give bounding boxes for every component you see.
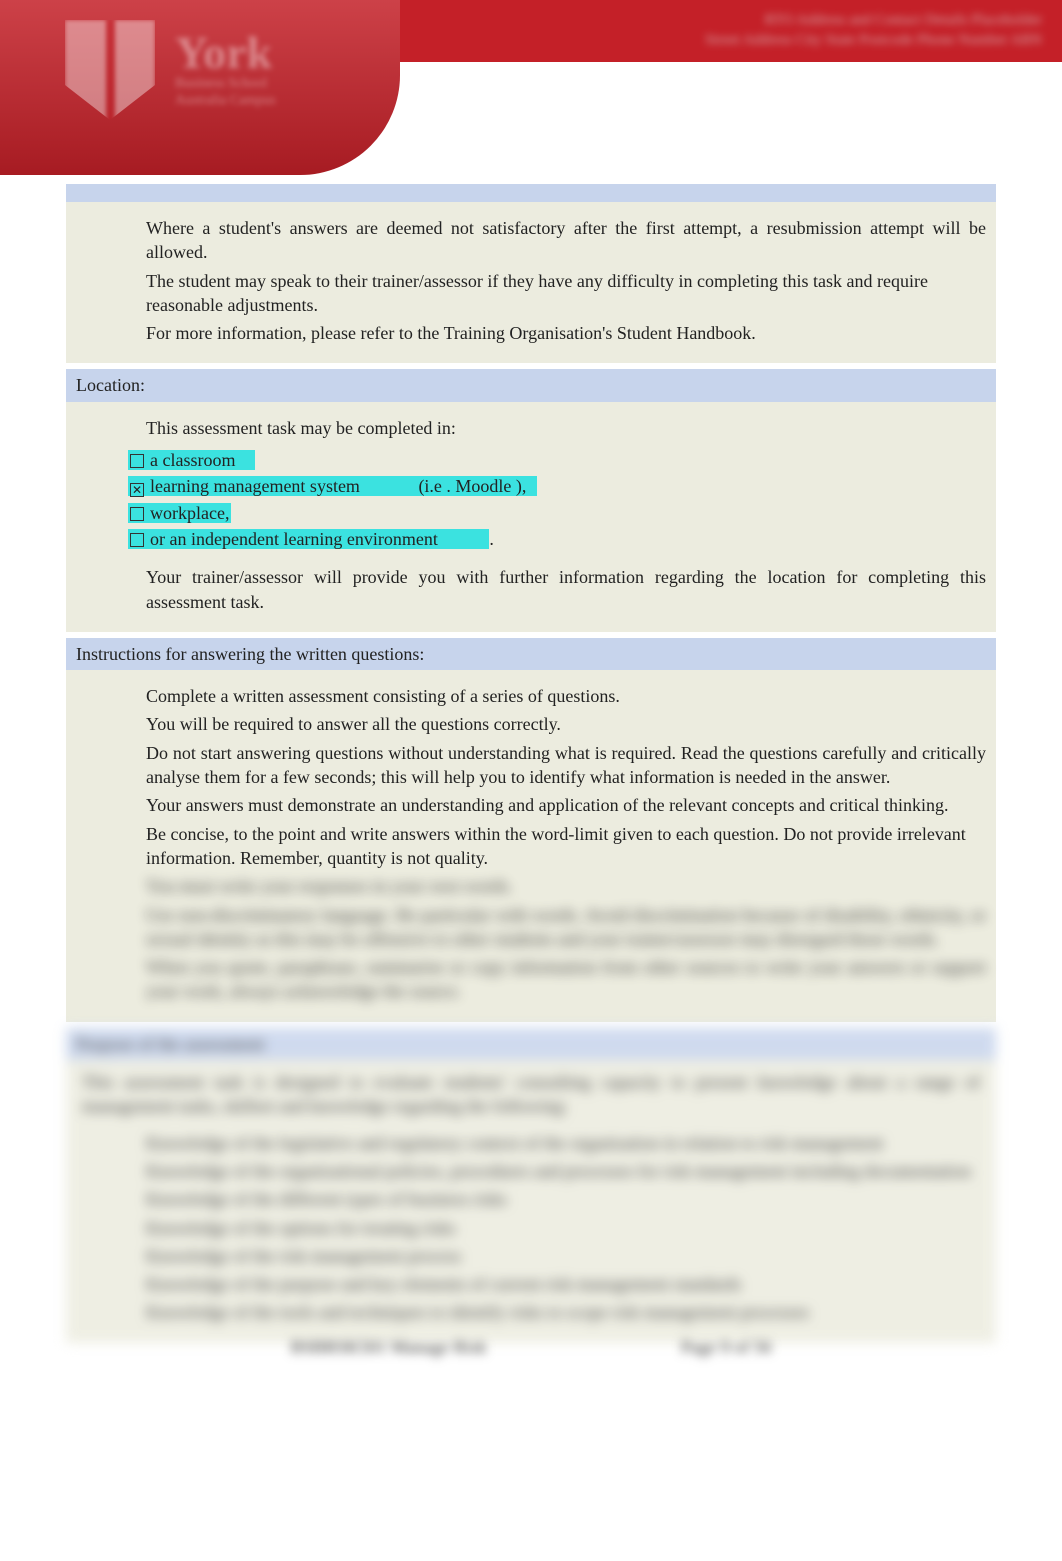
instruction-item-blurred: Use non-discriminatory language. Be part… [116,903,986,952]
institution-name: York [175,30,276,76]
section-header-location: Location: [66,369,996,401]
purpose-item: Knowledge of the different types of busi… [116,1187,986,1211]
location-option: or an independent learning environment . [128,527,986,551]
pre-item: The student may speak to their trainer/a… [116,269,986,318]
instruction-item-blurred: You must write your responses in your ow… [116,874,986,898]
section-header-instructions: Instructions for answering the written q… [66,638,996,670]
pre-item: For more information, please refer to th… [116,321,986,345]
footer-page: Page 9 of 56 [681,1337,771,1357]
instruction-item: Be concise, to the point and write answe… [116,822,986,871]
section-header-pre [66,184,996,202]
header-right-1: RTO Address and Contact Details Placehol… [705,10,1042,30]
location-option: workplace, [128,501,986,525]
instruction-item-blurred: When you quote, paraphrase, summarise or… [116,955,986,1004]
institution-sub1: Business School [175,76,276,93]
instruction-item: Do not start answering questions without… [116,741,986,790]
institution-sub2: Australia Campus [175,93,276,110]
location-option: a classroom [128,448,986,472]
location-tail: Your trainer/assessor will provide you w… [116,565,986,614]
location-option: learning management system (i.e . Moodle… [128,474,986,498]
footer-unit: BSBRSK501 Manage Risk [290,1337,486,1357]
header-right-2: Street Address City State Postcode Phone… [705,30,1042,50]
purpose-lead: This assessment task is designed to eval… [76,1070,986,1127]
pre-item: Where a student's answers are deemed not… [116,216,986,265]
location-lead: This assessment task may be completed in… [116,416,986,440]
instruction-item: Complete a written assessment consisting… [116,684,986,708]
shield-icon [65,20,155,120]
purpose-item: Knowledge of the risk management process [116,1244,986,1268]
institution-logo: York Business School Australia Campus [65,20,276,120]
purpose-item: Knowledge of the legislative and regulat… [116,1131,986,1155]
purpose-item: Knowledge of the purpose and key element… [116,1272,986,1296]
purpose-item: Knowledge of the tools and techniques to… [116,1300,986,1324]
purpose-item: Knowledge of the organisational policies… [116,1159,986,1183]
purpose-item: Knowledge of the options for treating ri… [116,1216,986,1240]
instruction-item: Your answers must demonstrate an underst… [116,793,986,817]
section-header-purpose: Purpose of the assessment [66,1028,996,1060]
instruction-item: You will be required to answer all the q… [116,712,986,736]
